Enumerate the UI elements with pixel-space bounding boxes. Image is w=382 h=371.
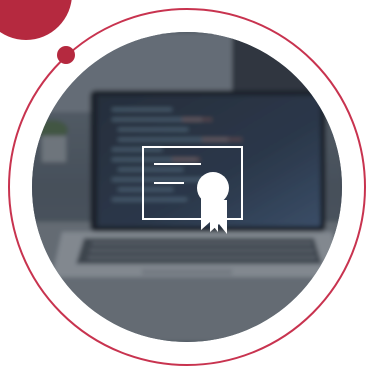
- feature-step-card: 01: [0, 0, 382, 371]
- certificate-icon: [142, 146, 243, 234]
